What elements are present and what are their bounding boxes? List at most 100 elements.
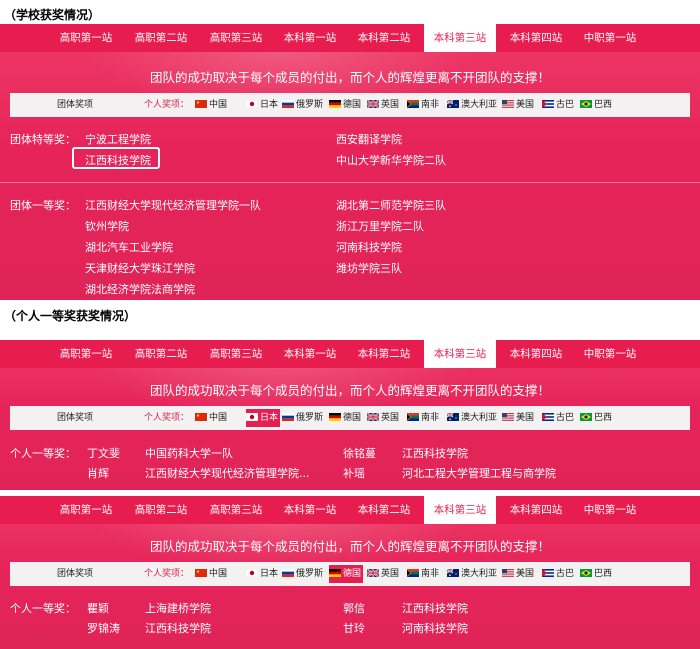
winner-school[interactable]: 上海建桥学院 <box>145 600 211 616</box>
school-name[interactable]: 江西财经大学现代经济管理学院一队 <box>85 197 261 213</box>
nav-tab[interactable]: 本科第二站 <box>348 496 420 524</box>
nav-tab[interactable]: 高职第一站 <box>50 24 122 52</box>
country-filter-china[interactable]: 中国 <box>195 565 229 583</box>
individual-award-label: 个人一等奖： <box>10 447 76 460</box>
country-filter-south-africa[interactable]: 南非 <box>407 565 441 583</box>
winner-school[interactable]: 江西科技学院 <box>145 620 211 636</box>
individual-awards-label: 个人奖项： <box>144 569 190 579</box>
country-filter-cuba[interactable]: 古巴 <box>542 96 576 114</box>
nav-tab[interactable]: 本科第三站 <box>424 24 496 52</box>
nav-tab[interactable]: 中职第一站 <box>574 496 646 524</box>
winner-name[interactable]: 补瑶 <box>343 465 365 481</box>
nav-tab[interactable]: 高职第一站 <box>50 340 122 368</box>
nav-tab[interactable]: 高职第一站 <box>50 496 122 524</box>
cuba-flag-icon <box>542 569 556 579</box>
nav-tab[interactable]: 本科第一站 <box>274 340 346 368</box>
winner-school[interactable]: 江西财经大学现代经济管理学院... <box>145 465 310 481</box>
country-filter-russia[interactable]: 俄罗斯 <box>282 409 325 427</box>
winner-school[interactable]: 中国药科大学一队 <box>145 445 233 461</box>
winner-name[interactable]: 徐铭蔓 <box>343 445 376 461</box>
country-filter-japan[interactable]: 日本 <box>246 565 280 583</box>
school-name[interactable]: 宁波工程学院 <box>85 131 151 147</box>
country-filter-usa[interactable]: 美国 <box>502 409 536 427</box>
school-name[interactable]: 江西科技学院 <box>85 152 151 168</box>
country-filter-china[interactable]: 中国 <box>195 409 229 427</box>
nav-tab[interactable]: 本科第四站 <box>500 24 572 52</box>
school-name[interactable]: 钦州学院 <box>85 218 129 234</box>
country-filter-usa[interactable]: 美国 <box>502 96 536 114</box>
nav-tab[interactable]: 高职第二站 <box>125 340 197 368</box>
winner-school[interactable]: 江西科技学院 <box>402 445 468 461</box>
nav-tab[interactable]: 本科第一站 <box>274 496 346 524</box>
country-filter-germany[interactable]: 德国 <box>329 409 363 427</box>
south-africa-flag-icon <box>407 100 421 110</box>
group-awards-tab[interactable]: 团体奖项 <box>10 406 140 430</box>
group-awards-tab[interactable]: 团体奖项 <box>10 562 140 586</box>
group-awards-tab[interactable]: 团体奖项 <box>10 93 140 117</box>
winner-name[interactable]: 甘玲 <box>343 620 365 636</box>
school-name[interactable]: 浙江万里学院二队 <box>336 218 424 234</box>
school-name[interactable]: 中山大学新华学院二队 <box>336 152 446 168</box>
germany-flag-icon <box>329 100 343 110</box>
first-award-label: 团体一等奖： <box>10 199 76 212</box>
country-filter-brazil[interactable]: 巴西 <box>580 96 614 114</box>
country-filter-australia[interactable]: 澳大利亚 <box>447 409 499 427</box>
winner-name[interactable]: 瞿颖 <box>87 600 109 616</box>
country-label: 南非 <box>421 569 440 579</box>
nav-tab[interactable]: 中职第一站 <box>574 340 646 368</box>
country-filter-cuba[interactable]: 古巴 <box>542 409 576 427</box>
country-filter-russia[interactable]: 俄罗斯 <box>282 565 325 583</box>
school-name[interactable]: 湖北第二师范学院三队 <box>336 197 446 213</box>
nav-tab[interactable]: 本科第一站 <box>274 24 346 52</box>
winner-name[interactable]: 丁文斐 <box>87 445 120 461</box>
country-label: 德国 <box>343 569 362 579</box>
nav-tab[interactable]: 高职第三站 <box>200 340 272 368</box>
school-name[interactable]: 河南科技学院 <box>336 239 402 255</box>
nav-tab[interactable]: 中职第一站 <box>574 24 646 52</box>
country-filter-uk[interactable]: 英国 <box>367 96 401 114</box>
school-name[interactable]: 潍坊学院三队 <box>336 260 402 276</box>
winner-name[interactable]: 郭信 <box>343 600 365 616</box>
nav-tab[interactable]: 本科第二站 <box>348 24 420 52</box>
school-awards-heading: （学校获奖情况） <box>4 8 101 22</box>
school-name[interactable]: 天津财经大学珠江学院 <box>85 260 195 276</box>
country-filter-usa[interactable]: 美国 <box>502 565 536 583</box>
country-filter-south-africa[interactable]: 南非 <box>407 96 441 114</box>
individual-awards-panel-germany: 高职第一站 高职第二站 高职第三站 本科第一站 本科第二站 本科第三站 本科第四站 中职第一站… <box>0 496 700 649</box>
country-filter-germany[interactable]: 德国 <box>329 96 363 114</box>
slogan-text: 团队的成功取决于每个成员的付出，而个人的辉煌更离不开团队的支撑！ <box>149 70 550 85</box>
country-filter-uk[interactable]: 英国 <box>367 409 401 427</box>
country-filter-germany[interactable]: 德国 <box>329 565 364 583</box>
award-filter-bar: 团体奖项 个人奖项： 中国 日本 俄罗斯 德国 英国 南非 澳大利亚 美国 古巴 巴西 <box>10 406 690 430</box>
nav-tab[interactable]: 本科第三站 <box>424 340 496 368</box>
usa-flag-icon <box>502 413 516 423</box>
winner-school[interactable]: 河北工程大学管理工程与商学院 <box>402 465 556 481</box>
nav-tab[interactable]: 本科第四站 <box>500 496 572 524</box>
school-name[interactable]: 西安翻译学院 <box>336 131 402 147</box>
school-name[interactable]: 湖北汽车工业学院 <box>85 239 173 255</box>
country-filter-china[interactable]: 中国 <box>195 96 229 114</box>
nav-tab[interactable]: 本科第四站 <box>500 340 572 368</box>
nav-tab[interactable]: 本科第三站 <box>424 496 496 524</box>
winner-name[interactable]: 罗锦涛 <box>87 620 120 636</box>
nav-tab[interactable]: 本科第二站 <box>348 340 420 368</box>
country-filter-brazil[interactable]: 巴西 <box>580 409 614 427</box>
country-filter-russia[interactable]: 俄罗斯 <box>282 96 325 114</box>
country-filter-japan[interactable]: 日本 <box>246 96 280 114</box>
country-filter-brazil[interactable]: 巴西 <box>580 565 614 583</box>
country-label: 南非 <box>421 413 440 423</box>
country-filter-south-africa[interactable]: 南非 <box>407 409 441 427</box>
country-filter-japan[interactable]: 日本 <box>246 409 281 427</box>
nav-tab[interactable]: 高职第三站 <box>200 496 272 524</box>
nav-tab[interactable]: 高职第二站 <box>125 24 197 52</box>
country-filter-uk[interactable]: 英国 <box>367 565 401 583</box>
winner-name[interactable]: 肖辉 <box>87 465 109 481</box>
country-filter-australia[interactable]: 澳大利亚 <box>447 565 499 583</box>
winner-school[interactable]: 江西科技学院 <box>402 600 468 616</box>
nav-tab[interactable]: 高职第二站 <box>125 496 197 524</box>
school-name[interactable]: 湖北经济学院法商学院 <box>85 281 195 297</box>
country-filter-australia[interactable]: 澳大利亚 <box>447 96 499 114</box>
winner-school[interactable]: 河南科技学院 <box>402 620 468 636</box>
nav-tab[interactable]: 高职第三站 <box>200 24 272 52</box>
country-filter-cuba[interactable]: 古巴 <box>542 565 576 583</box>
